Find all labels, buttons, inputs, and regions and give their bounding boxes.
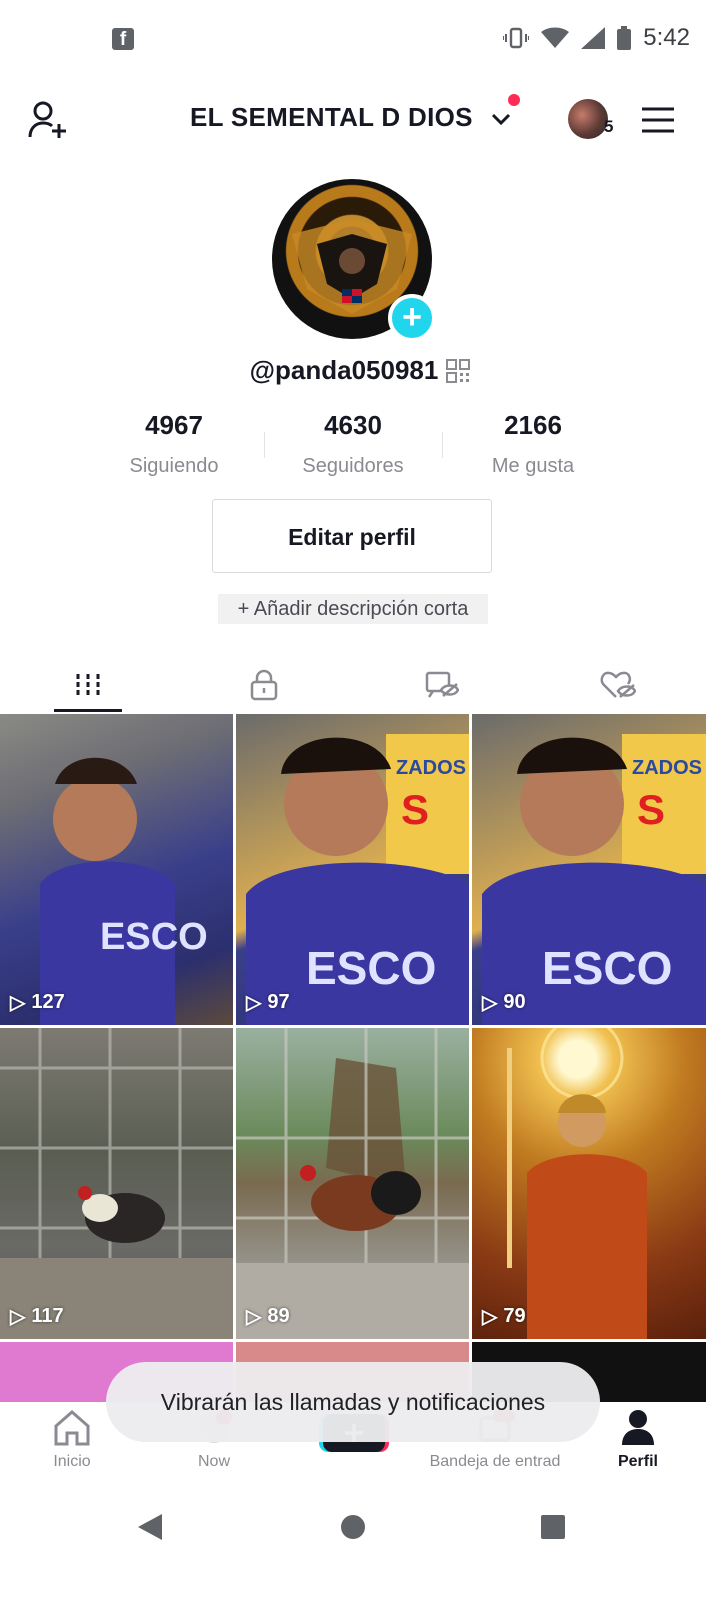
- account-switcher-title[interactable]: EL SEMENTAL D DIOS: [190, 102, 473, 133]
- view-count: ▷ 89: [246, 1305, 290, 1328]
- stat-label: Siguiendo: [129, 455, 219, 477]
- add-description-button[interactable]: + Añadir descripción corta: [218, 594, 488, 624]
- stat-likes[interactable]: 2166 Me gusta: [443, 410, 623, 478]
- view-count: ▷ 79: [482, 1305, 526, 1328]
- view-count: ▷ 90: [482, 991, 526, 1014]
- battery-icon: [617, 26, 632, 50]
- profile-handle: @panda050981: [249, 355, 439, 385]
- account-avatar[interactable]: [568, 99, 608, 139]
- svg-text:ZADOS: ZADOS: [632, 757, 702, 779]
- stat-value: 2166: [504, 410, 562, 440]
- home-icon: [54, 1410, 90, 1446]
- stat-following[interactable]: 4967 Siguiendo: [84, 410, 264, 478]
- profile-icon: [622, 1410, 654, 1445]
- svg-text:ESCO: ESCO: [306, 942, 436, 994]
- home-button-icon[interactable]: [340, 1514, 366, 1540]
- stat-label: Seguidores: [302, 455, 404, 477]
- chevron-down-icon[interactable]: [490, 110, 512, 128]
- handle-row: @panda050981: [0, 355, 720, 386]
- view-count: ▷ 117: [10, 1305, 64, 1328]
- thumbnail-image: ZADOS S ESCO: [482, 734, 706, 1025]
- wifi-icon: [541, 27, 570, 48]
- play-icon: ▷: [482, 992, 498, 1014]
- thumbnail-image: [0, 1028, 233, 1339]
- svg-text:ESCO: ESCO: [100, 916, 208, 958]
- play-icon: ▷: [10, 992, 26, 1014]
- notification-dot: [508, 94, 520, 106]
- play-icon: ▷: [10, 1306, 26, 1328]
- toast-message: Vibrarán las llamadas y notificaciones: [106, 1362, 600, 1442]
- video-thumbnail[interactable]: ZADOS S ESCO ▷ 90: [472, 714, 706, 1025]
- lock-icon: [250, 669, 278, 701]
- liked-icon: [600, 671, 636, 698]
- view-count: ▷ 97: [246, 991, 290, 1014]
- edit-profile-button[interactable]: Editar perfil: [212, 499, 492, 573]
- tab-saved[interactable]: [354, 660, 530, 710]
- svg-text:S: S: [637, 786, 665, 833]
- thumbnail-image: [507, 1028, 647, 1339]
- videos-grid-icon: [76, 674, 100, 696]
- account-count-badge: 5: [604, 117, 614, 136]
- video-thumbnail[interactable]: ▷ 79: [472, 1028, 706, 1339]
- tab-liked[interactable]: [530, 660, 706, 710]
- add-user-icon[interactable]: [28, 100, 70, 142]
- signal-icon: [581, 27, 606, 49]
- video-thumbnail[interactable]: ESCO ▷ 127: [0, 714, 233, 1025]
- add-avatar-button[interactable]: +: [388, 294, 436, 342]
- vibrate-icon: [503, 27, 530, 49]
- menu-icon[interactable]: [640, 106, 676, 134]
- view-count: ▷ 127: [10, 991, 65, 1014]
- status-icons: 5:42: [503, 22, 690, 54]
- facebook-icon: f: [112, 28, 134, 50]
- back-icon[interactable]: [136, 1512, 164, 1542]
- tab-indicator: [54, 709, 122, 712]
- stat-value: 4967: [145, 410, 203, 440]
- bookmark-icon: [425, 671, 459, 698]
- thumbnail-image: [236, 1028, 469, 1339]
- play-icon: ▷: [482, 1306, 498, 1328]
- system-nav-bar: [0, 1490, 720, 1600]
- play-icon: ▷: [246, 1306, 262, 1328]
- svg-text:ZADOS: ZADOS: [396, 757, 466, 779]
- clock: 5:42: [643, 24, 690, 51]
- stat-followers[interactable]: 4630 Seguidores: [263, 410, 443, 478]
- status-bar: f 5:42: [0, 0, 720, 76]
- tab-videos[interactable]: [0, 660, 176, 710]
- svg-text:S: S: [401, 786, 429, 833]
- qr-code-icon[interactable]: [446, 358, 471, 383]
- thumbnail-image: ZADOS S ESCO: [246, 734, 469, 1025]
- tab-private[interactable]: [176, 660, 352, 710]
- video-thumbnail[interactable]: ▷ 89: [236, 1028, 469, 1339]
- recents-icon[interactable]: [540, 1514, 566, 1540]
- play-icon: ▷: [246, 992, 262, 1014]
- svg-text:ESCO: ESCO: [542, 942, 672, 994]
- video-thumbnail[interactable]: ▷ 117: [0, 1028, 233, 1339]
- video-thumbnail[interactable]: ZADOS S ESCO ▷ 97: [236, 714, 469, 1025]
- thumbnail-image: ESCO: [40, 757, 208, 1025]
- stat-label: Me gusta: [491, 455, 575, 477]
- stat-value: 4630: [324, 410, 382, 440]
